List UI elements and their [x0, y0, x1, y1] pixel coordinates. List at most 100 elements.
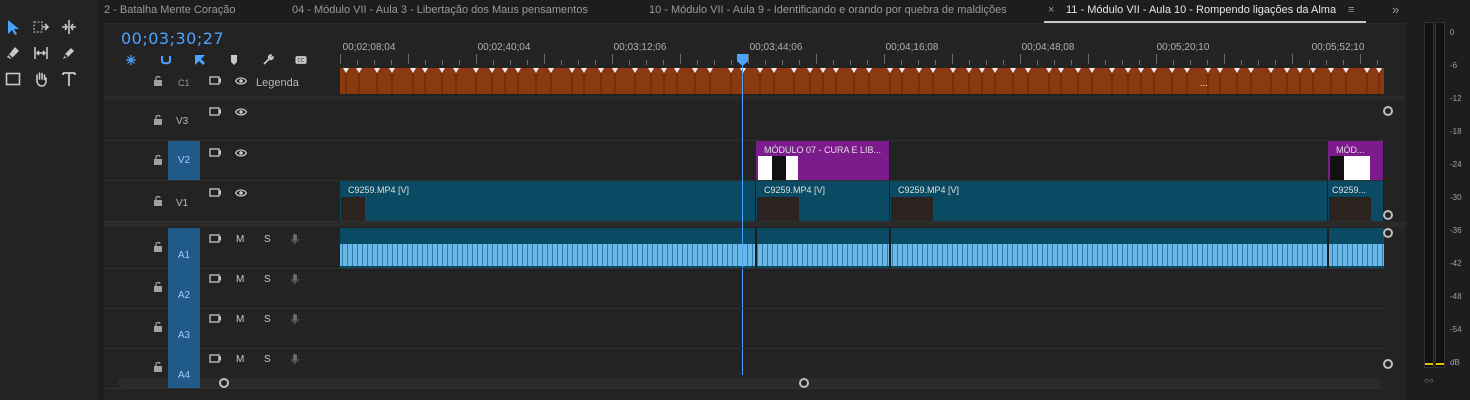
lock-icon[interactable] — [151, 194, 165, 208]
track-select-tool-icon[interactable] — [30, 16, 52, 38]
ruler-tick — [1037, 60, 1038, 65]
film-icon[interactable] — [208, 186, 222, 200]
ruler-tick — [544, 54, 545, 64]
track-name-a1[interactable]: A1 — [168, 228, 200, 268]
caption-marker — [807, 68, 813, 73]
hscroll-right-handle[interactable] — [799, 378, 809, 388]
mute-button[interactable]: M — [236, 234, 244, 245]
film-icon[interactable] — [208, 74, 222, 88]
video-clip[interactable]: C9259... — [1328, 181, 1384, 221]
microphone-icon[interactable] — [288, 232, 302, 246]
nest-icon[interactable] — [123, 52, 139, 68]
microphone-icon[interactable] — [288, 272, 302, 286]
premiere-workspace: 2 - Batalha Mente Coração 04 - Módulo VI… — [0, 0, 1470, 400]
type-tool-icon[interactable] — [58, 68, 80, 90]
lock-icon[interactable] — [151, 113, 165, 127]
caption-marker — [707, 68, 713, 73]
tab-overflow-icon[interactable]: » — [1392, 2, 1399, 17]
caption-marker — [1217, 68, 1223, 73]
microphone-icon[interactable] — [288, 312, 302, 326]
linked-selection-icon[interactable] — [192, 52, 208, 68]
lock-icon[interactable] — [151, 74, 165, 88]
film-icon[interactable] — [208, 272, 222, 286]
caption-marker — [453, 68, 459, 73]
solo-button[interactable]: S — [264, 234, 271, 245]
lock-icon[interactable] — [151, 320, 165, 334]
ripple-edit-tool-icon[interactable] — [58, 16, 80, 38]
vscroll-handle-top[interactable] — [1383, 106, 1393, 116]
audio-clip-a1[interactable] — [340, 228, 1384, 268]
caption-marker — [1169, 68, 1175, 73]
film-icon[interactable] — [208, 146, 222, 160]
caption-track-clips[interactable]: ... — [340, 68, 1384, 94]
add-marker-icon[interactable] — [226, 52, 242, 68]
clip-thumbnail — [758, 156, 798, 180]
lock-icon[interactable] — [151, 360, 165, 374]
title-clip[interactable]: MÓD... — [1328, 141, 1384, 180]
wrench-settings-icon[interactable] — [260, 52, 276, 68]
tab-close-icon[interactable]: × — [1048, 4, 1054, 16]
ruler-tick — [714, 60, 715, 65]
lock-icon[interactable] — [151, 280, 165, 294]
solo-button[interactable]: S — [264, 274, 271, 285]
video-clip[interactable]: C9259.MP4 [V] — [890, 181, 1328, 221]
microphone-icon[interactable] — [288, 352, 302, 366]
ruler-tick — [969, 60, 970, 65]
caption-marker — [632, 68, 638, 73]
selection-tool-icon[interactable] — [2, 16, 24, 38]
mute-button[interactable]: M — [236, 274, 244, 285]
tab-sequence-4[interactable]: 11 - Módulo VII - Aula 10 - Rompendo lig… — [1066, 4, 1336, 16]
film-icon[interactable] — [208, 312, 222, 326]
ruler-tick — [1224, 54, 1225, 64]
snap-icon[interactable] — [158, 52, 174, 68]
ruler-tick — [459, 60, 460, 65]
ruler-tick — [1309, 60, 1310, 65]
lock-icon[interactable] — [151, 240, 165, 254]
playhead-line[interactable] — [742, 55, 743, 375]
caption-marker — [740, 68, 746, 73]
video-clip[interactable]: C9259.MP4 [V] — [340, 181, 756, 221]
meter-solo-buttons[interactable]: ○○ — [1424, 376, 1434, 385]
time-ruler[interactable]: 00;02;08;04 00;02;40;04 00;03;12;06 00;0… — [340, 38, 1384, 66]
film-icon[interactable] — [208, 232, 222, 246]
vscroll-handle-bottom[interactable] — [1383, 210, 1393, 220]
video-clip[interactable]: C9259.MP4 [V] — [756, 181, 890, 221]
caption-marker — [489, 68, 495, 73]
horizontal-scrollbar[interactable] — [118, 378, 1382, 388]
captions-icon[interactable]: CC — [292, 52, 310, 68]
film-icon[interactable] — [208, 105, 222, 119]
title-clip[interactable]: MÓDULO 07 - CURA E LIB... — [756, 141, 890, 180]
tab-sequence-1[interactable]: 2 - Batalha Mente Coração — [104, 4, 235, 16]
eye-icon[interactable] — [234, 105, 248, 119]
clip-cut — [755, 228, 757, 268]
clip-label: MÓD... — [1336, 145, 1365, 155]
eye-icon[interactable] — [234, 146, 248, 160]
mute-button[interactable]: M — [236, 314, 244, 325]
tab-menu-icon[interactable]: ≡ — [1348, 4, 1354, 16]
eye-icon[interactable] — [234, 74, 248, 88]
hscroll-left-handle[interactable] — [219, 378, 229, 388]
film-icon[interactable] — [208, 352, 222, 366]
ruler-label: 00;03;44;06 — [749, 42, 803, 53]
solo-button[interactable]: S — [264, 314, 271, 325]
solo-button[interactable]: S — [264, 354, 271, 365]
ruler-label: 00;02;08;04 — [342, 42, 396, 53]
tab-sequence-2[interactable]: 04 - Módulo VII - Aula 3 - Libertação do… — [292, 4, 588, 16]
track-name-a2[interactable]: A2 — [168, 268, 200, 308]
tab-sequence-3[interactable]: 10 - Módulo VII - Aula 9 - Identificando… — [649, 4, 1007, 16]
lock-icon[interactable] — [151, 153, 165, 167]
audio-vscroll-handle-top[interactable] — [1383, 228, 1393, 238]
playhead-timecode[interactable]: 00;03;30;27 — [121, 29, 224, 48]
mute-button[interactable]: M — [236, 354, 244, 365]
pen-tool-icon[interactable] — [58, 42, 80, 64]
eye-icon[interactable] — [234, 186, 248, 200]
razor-tool-icon[interactable] — [2, 42, 24, 64]
audio-vscroll-handle-bottom[interactable] — [1383, 359, 1393, 369]
track-name-a3[interactable]: A3 — [168, 308, 200, 348]
rectangle-tool-icon[interactable] — [2, 68, 24, 90]
track-name-v2[interactable]: V2 — [168, 141, 200, 180]
slip-tool-icon[interactable] — [30, 42, 52, 64]
ruler-tick — [833, 60, 834, 65]
track-name-a4[interactable]: A4 — [168, 348, 200, 388]
hand-tool-icon[interactable] — [30, 68, 52, 90]
